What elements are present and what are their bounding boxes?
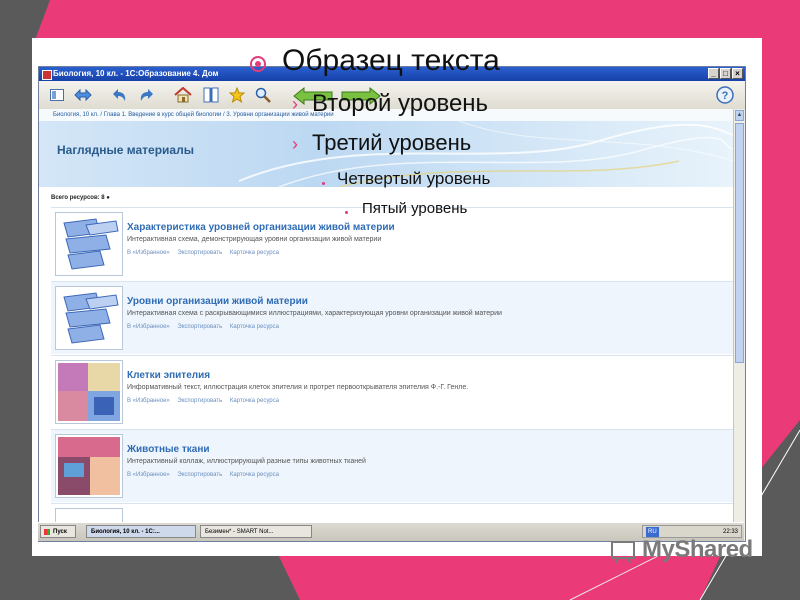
layout-button[interactable] bbox=[47, 85, 67, 105]
slide-level5-text: Пятый уровень bbox=[362, 200, 468, 217]
tissue-collage-icon bbox=[58, 437, 120, 495]
resource-description: Интерактивный коллаж, иллюстрирующий раз… bbox=[127, 458, 366, 465]
level1-bullet-icon bbox=[250, 56, 266, 72]
svg-text:?: ? bbox=[722, 90, 729, 102]
search-icon bbox=[255, 87, 271, 103]
export-link[interactable]: Экспортировать bbox=[177, 398, 222, 404]
home-icon bbox=[174, 87, 192, 103]
level5-bullet-icon bbox=[345, 211, 348, 214]
resource-thumbnail[interactable] bbox=[55, 286, 123, 350]
window-title: Биология, 10 кл. - 1С:Образование 4. Дом bbox=[53, 69, 219, 78]
star-icon bbox=[229, 87, 245, 103]
vertical-scrollbar[interactable]: ▲ bbox=[733, 109, 745, 541]
maximize-button[interactable]: □ bbox=[720, 68, 731, 79]
resource-row[interactable]: Характеристика уровней организации живой… bbox=[51, 207, 733, 280]
search-button[interactable] bbox=[253, 85, 273, 105]
close-button[interactable]: × bbox=[732, 68, 743, 79]
taskbar-task-biology[interactable]: Биология, 10 кл. - 1С:... bbox=[86, 525, 196, 538]
export-link[interactable]: Экспортировать bbox=[177, 250, 222, 256]
resource-card-link[interactable]: Карточка ресурса bbox=[230, 250, 279, 256]
help-button[interactable]: ? bbox=[715, 85, 735, 105]
resource-title[interactable]: Характеристика уровней организации живой… bbox=[127, 222, 395, 233]
taskbar-task-smart-notebook[interactable]: Безимен* - SMART Not... bbox=[200, 525, 312, 538]
resource-links: В «Избранное» Экспортировать Карточка ре… bbox=[127, 324, 285, 330]
resource-card-link[interactable]: Карточка ресурса bbox=[230, 324, 279, 330]
resource-count: Всего ресурсов: 8 ● bbox=[51, 195, 110, 201]
resource-description: Интерактивная схема с раскрывающимися ил… bbox=[127, 310, 502, 317]
add-favorites-link[interactable]: В «Избранное» bbox=[127, 324, 170, 330]
scrollbar-thumb[interactable] bbox=[735, 123, 744, 363]
book-icon bbox=[203, 87, 219, 103]
help-icon: ? bbox=[716, 86, 734, 104]
app-icon bbox=[42, 70, 52, 80]
minimize-button[interactable]: _ bbox=[708, 68, 719, 79]
diagram-blocks-icon bbox=[63, 218, 119, 270]
diagram-blocks-icon bbox=[63, 292, 119, 344]
resource-links: В «Избранное» Экспортировать Карточка ре… bbox=[127, 398, 285, 404]
resource-row[interactable]: Уровни организации живой материи Интерак… bbox=[51, 281, 733, 354]
resource-title[interactable]: Клетки эпителия bbox=[127, 370, 210, 381]
resource-links: В «Избранное» Экспортировать Карточка ре… bbox=[127, 250, 285, 256]
resource-description: Информативный текст, иллюстрация клеток … bbox=[127, 384, 469, 391]
slide-level4-text: Четвертый уровень bbox=[337, 169, 491, 188]
resource-thumbnail[interactable] bbox=[55, 360, 123, 424]
redo-icon bbox=[140, 89, 153, 101]
level2-bullet-icon: › bbox=[292, 94, 298, 114]
resource-description: Интерактивная схема, демонстрирующая уро… bbox=[127, 236, 382, 243]
resource-title[interactable]: Уровни организации живой материи bbox=[127, 296, 308, 307]
resource-title[interactable]: Животные ткани bbox=[127, 444, 210, 455]
resource-row[interactable]: Клетки эпителия Информативный текст, илл… bbox=[51, 355, 733, 428]
navigate-button[interactable] bbox=[73, 85, 93, 105]
add-favorites-link[interactable]: В «Избранное» bbox=[127, 250, 170, 256]
resource-card-link[interactable]: Карточка ресурса bbox=[230, 472, 279, 478]
start-button[interactable]: Пуск bbox=[40, 525, 76, 538]
layout-icon bbox=[50, 89, 64, 101]
arrows-icon bbox=[74, 88, 92, 102]
favorites-button[interactable] bbox=[227, 85, 247, 105]
export-link[interactable]: Экспортировать bbox=[177, 472, 222, 478]
resource-thumbnail[interactable] bbox=[55, 434, 123, 498]
section-title: Наглядные материалы bbox=[57, 143, 194, 157]
resource-links: В «Избранное» Экспортировать Карточка ре… bbox=[127, 472, 285, 478]
level3-bullet-icon: › bbox=[292, 134, 298, 154]
export-link[interactable]: Экспортировать bbox=[177, 324, 222, 330]
slide-level1-text: Образец текста bbox=[282, 44, 500, 77]
taskbar: Пуск Биология, 10 кл. - 1С:... Безимен* … bbox=[38, 522, 744, 541]
add-favorites-link[interactable]: В «Избранное» bbox=[127, 398, 170, 404]
add-favorites-link[interactable]: В «Избранное» bbox=[127, 472, 170, 478]
slide-level3-text: Третий уровень bbox=[312, 130, 472, 155]
level4-bullet-icon bbox=[322, 182, 325, 185]
watermark-logo-icon bbox=[611, 541, 635, 564]
undo-button[interactable] bbox=[109, 85, 129, 105]
resource-thumbnail[interactable] bbox=[55, 212, 123, 276]
book-button[interactable] bbox=[201, 85, 221, 105]
undo-icon bbox=[113, 89, 126, 101]
window-controls: _ □ × bbox=[708, 68, 743, 79]
watermark-text: MyShared bbox=[642, 536, 753, 563]
resource-card-link[interactable]: Карточка ресурса bbox=[230, 398, 279, 404]
scroll-up-arrow[interactable]: ▲ bbox=[735, 110, 744, 121]
resource-row[interactable]: Животные ткани Интерактивный коллаж, илл… bbox=[51, 429, 733, 502]
cell-collage-icon bbox=[58, 363, 120, 421]
home-button[interactable] bbox=[173, 85, 193, 105]
slide-level2-text: Второй уровень bbox=[312, 90, 489, 117]
redo-button[interactable] bbox=[137, 85, 157, 105]
